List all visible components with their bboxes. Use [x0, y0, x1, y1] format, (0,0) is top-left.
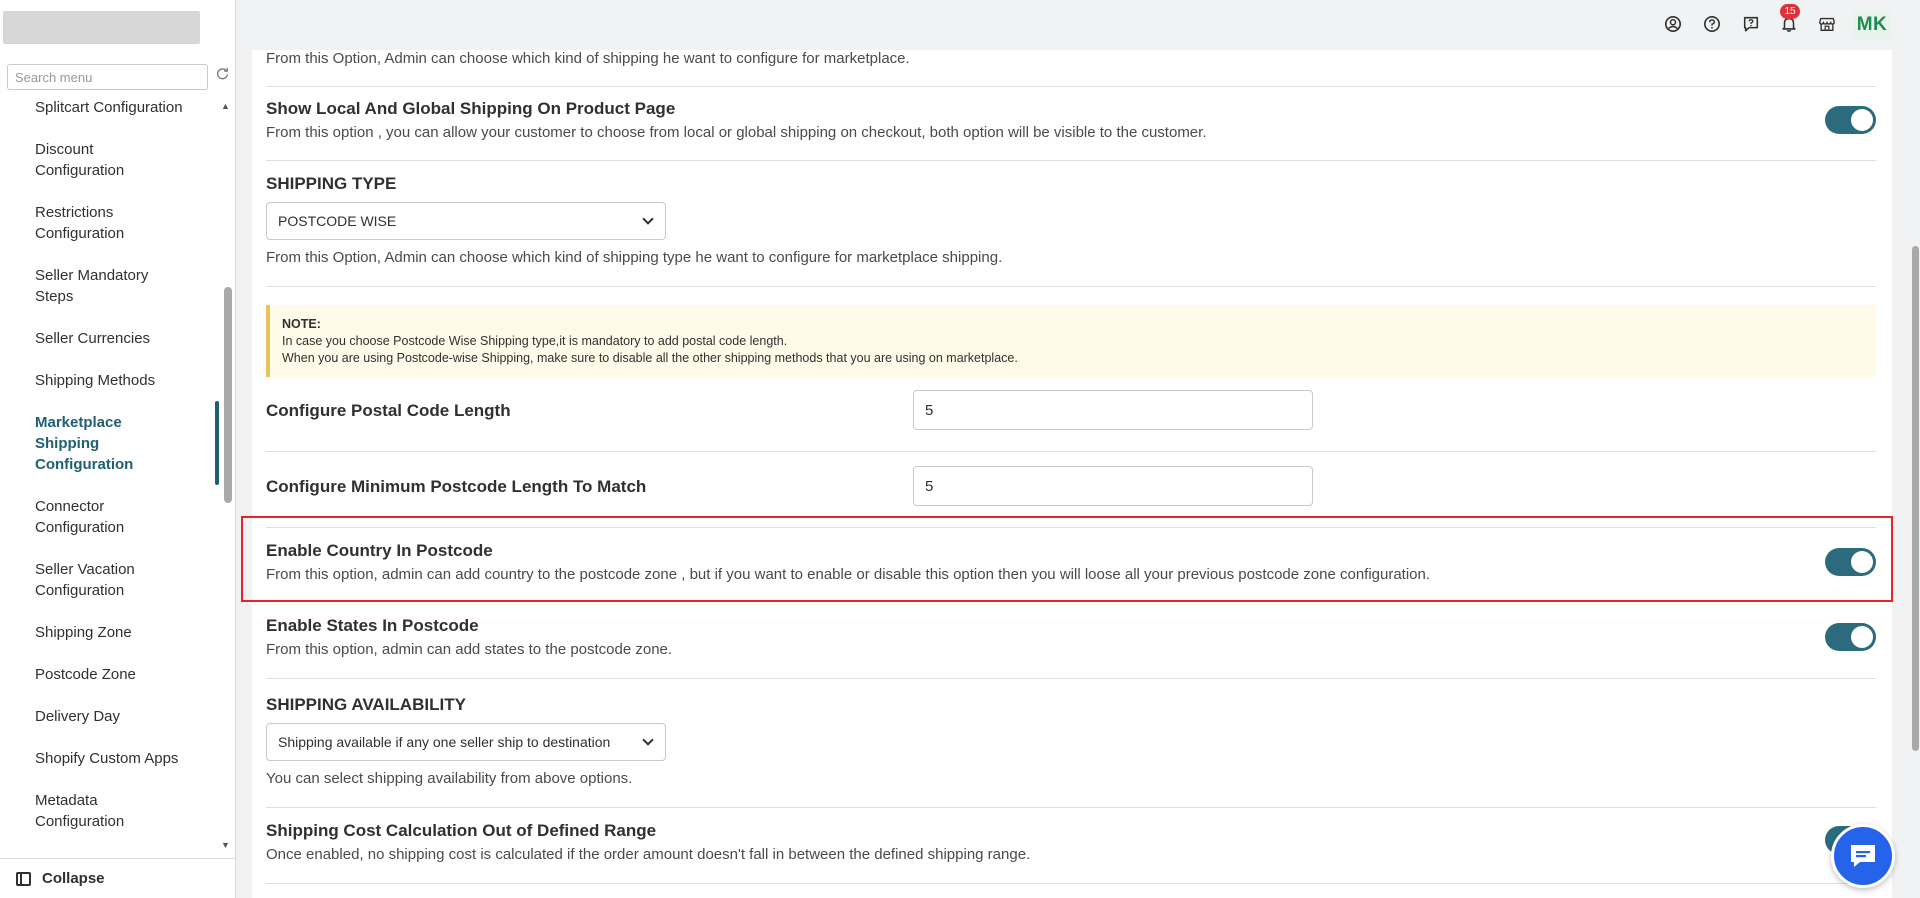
local-global-shipping-description: From this option , you can allow your cu… — [266, 124, 1207, 141]
divider — [266, 451, 1876, 452]
min-postcode-length-input[interactable] — [913, 466, 1313, 506]
divider — [266, 160, 1876, 161]
sidebar-item-label: Seller Mandatory Steps — [35, 267, 149, 305]
scroll-up-arrow-icon[interactable]: ▲ — [221, 101, 230, 111]
refresh-icon[interactable] — [214, 67, 230, 83]
cost-out-of-range-description: Once enabled, no shipping cost is calcul… — [266, 846, 1031, 863]
sidebar-item-label: Connector Configuration — [35, 498, 125, 536]
chat-bubble-icon — [1851, 845, 1875, 867]
active-item-indicator — [215, 401, 219, 485]
sidebar-menu: Splitcart Configuration Discount Configu… — [0, 94, 236, 846]
user-circle-icon[interactable] — [1662, 13, 1684, 35]
collapse-label: Collapse — [42, 870, 105, 887]
collapse-button[interactable]: Collapse — [0, 858, 236, 898]
page-scrollbar[interactable] — [1912, 246, 1919, 751]
sidebar-item-connector-configuration[interactable]: Connector Configuration — [35, 496, 185, 538]
shipping-option-description: From this Option, Admin can choose which… — [266, 50, 910, 67]
country-in-postcode-description: From this option, admin can add country … — [266, 566, 1431, 583]
help-circle-icon[interactable] — [1701, 13, 1723, 35]
local-global-shipping-title: Show Local And Global Shipping On Produc… — [266, 99, 676, 118]
sidebar-item-label: Marketplace Shipping Configuration — [35, 414, 134, 473]
postal-code-length-input[interactable] — [913, 390, 1313, 430]
store-icon[interactable] — [1816, 13, 1838, 35]
sidebar-item-label: Restrictions Configuration — [35, 204, 125, 242]
sidebar-item-metadata-configuration[interactable]: Metadata Configuration — [35, 790, 185, 832]
sidebar-item-discount-configuration[interactable]: Discount Configuration — [35, 139, 185, 181]
shipping-availability-select[interactable]: Shipping available if any one seller shi… — [266, 723, 666, 761]
chevron-down-icon — [642, 734, 654, 746]
chat-question-icon[interactable] — [1740, 13, 1762, 35]
chevron-down-icon — [642, 213, 654, 225]
postal-code-length-label: Configure Postal Code Length — [266, 401, 511, 420]
states-in-postcode-title: Enable States In Postcode — [266, 616, 479, 635]
sidebar-item-shopify-custom-apps[interactable]: Shopify Custom Apps — [35, 748, 185, 769]
states-in-postcode-description: From this option, admin can add states t… — [266, 641, 673, 658]
country-in-postcode-title: Enable Country In Postcode — [266, 541, 493, 560]
note-line-2: When you are using Postcode-wise Shippin… — [282, 351, 1018, 365]
note-line-1: In case you choose Postcode Wise Shippin… — [282, 334, 788, 348]
shipping-type-select[interactable]: POSTCODE WISE — [266, 202, 666, 240]
search-menu-input[interactable] — [8, 65, 207, 89]
sidebar-item-seller-currencies[interactable]: Seller Currencies — [35, 328, 185, 349]
divider — [266, 286, 1876, 287]
country-in-postcode-toggle[interactable] — [1825, 548, 1876, 576]
chat-button[interactable] — [1831, 824, 1895, 888]
logo[interactable] — [3, 11, 200, 44]
avatar[interactable]: MK — [1853, 11, 1891, 39]
sidebar-item-seller-vacation-configuration[interactable]: Seller Vacation Configuration — [35, 559, 185, 601]
sidebar-item-shipping-methods[interactable]: Shipping Methods — [35, 370, 185, 391]
shipping-availability-title: SHIPPING AVAILABILITY — [266, 695, 466, 714]
shipping-availability-selected-value: Shipping available if any one seller shi… — [278, 734, 611, 750]
sidebar-item-delivery-day[interactable]: Delivery Day — [35, 706, 185, 727]
sidebar-item-splitcart-configuration[interactable]: Splitcart Configuration — [35, 97, 185, 118]
divider — [266, 883, 1876, 884]
min-postcode-length-label: Configure Minimum Postcode Length To Mat… — [266, 477, 647, 496]
cost-out-of-range-title: Shipping Cost Calculation Out of Defined… — [266, 821, 657, 840]
sidebar-item-label: Discount Configuration — [35, 141, 125, 179]
scroll-down-arrow-icon[interactable]: ▼ — [221, 840, 230, 850]
sidebar-item-shipping-zone[interactable]: Shipping Zone — [35, 622, 185, 643]
sidebar-item-label: Seller Vacation Configuration — [35, 561, 135, 599]
local-global-shipping-toggle[interactable] — [1825, 106, 1876, 134]
search-menu-field[interactable] — [7, 64, 208, 90]
note-title: NOTE: — [282, 317, 321, 331]
sidebar-item-marketplace-shipping-configuration[interactable]: Marketplace Shipping Configuration — [35, 412, 185, 475]
notification-count-badge: 15 — [1780, 4, 1800, 19]
collapse-sidebar-icon — [16, 871, 31, 886]
divider — [266, 678, 1876, 679]
sidebar-item-restrictions-configuration[interactable]: Restrictions Configuration — [35, 202, 185, 244]
states-in-postcode-toggle[interactable] — [1825, 623, 1876, 651]
sidebar-item-label: Metadata Configuration — [35, 792, 125, 830]
shipping-type-title: SHIPPING TYPE — [266, 174, 397, 193]
sidebar-scrollbar[interactable] — [224, 287, 232, 503]
shipping-type-selected-value: POSTCODE WISE — [278, 213, 397, 229]
divider — [266, 527, 1876, 528]
note-box: NOTE: In case you choose Postcode Wise S… — [266, 305, 1876, 377]
sidebar-item-seller-mandatory-steps[interactable]: Seller Mandatory Steps — [35, 265, 185, 307]
sidebar-item-postcode-zone[interactable]: Postcode Zone — [35, 664, 185, 685]
shipping-availability-description: You can select shipping availability fro… — [266, 770, 633, 787]
divider — [266, 807, 1876, 808]
sidebar: Splitcart Configuration Discount Configu… — [0, 0, 236, 898]
divider — [266, 86, 1876, 87]
shipping-type-description: From this Option, Admin can choose which… — [266, 249, 1003, 266]
